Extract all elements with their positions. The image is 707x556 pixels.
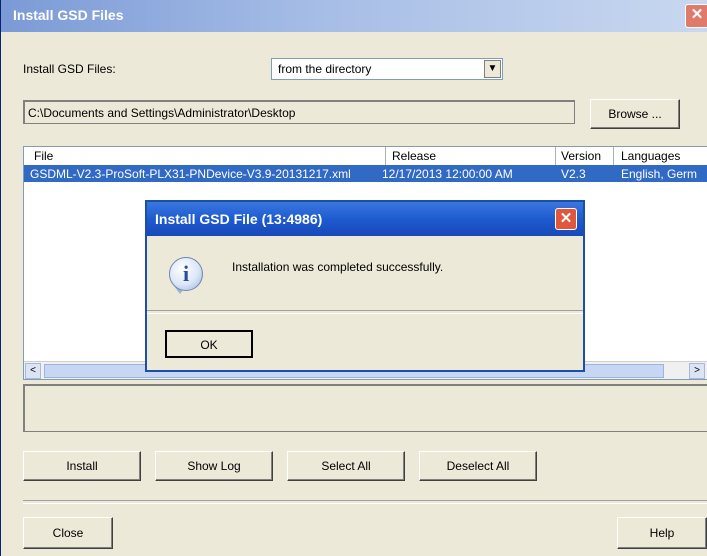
directory-path-value: C:\Documents and Settings\Administrator\…: [28, 106, 296, 120]
select-all-button[interactable]: Select All: [287, 451, 405, 481]
dialog-divider: [147, 310, 583, 314]
footer-divider: [23, 500, 707, 504]
column-divider[interactable]: [555, 147, 556, 165]
show-log-button[interactable]: Show Log: [155, 451, 273, 481]
list-header: File Release Version Languages: [24, 147, 707, 166]
window-close-icon[interactable]: ✕: [685, 4, 707, 28]
column-header-release[interactable]: Release: [392, 149, 436, 163]
dialog-title: Install GSD File (13:4986): [155, 211, 323, 227]
chevron-down-icon[interactable]: ▼: [484, 60, 501, 78]
column-divider[interactable]: [385, 147, 386, 165]
browse-button[interactable]: Browse ...: [590, 99, 680, 129]
cell-languages: English, Germ: [621, 167, 698, 181]
scroll-right-icon[interactable]: >: [689, 363, 705, 379]
column-divider[interactable]: [613, 147, 614, 165]
install-button[interactable]: Install: [23, 451, 141, 481]
cell-version: V2.3: [561, 167, 586, 181]
cell-file: GSDML-V2.3-ProSoft-PLX31-PNDevice-V3.9-2…: [30, 167, 351, 181]
dialog-message: Installation was completed successfully.: [232, 260, 444, 274]
cell-release: 12/17/2013 12:00:00 AM: [382, 167, 513, 181]
dialog-close-icon[interactable]: ✕: [555, 208, 577, 230]
column-header-file[interactable]: File: [34, 149, 53, 163]
install-complete-dialog: Install GSD File (13:4986) ✕ i Installat…: [145, 200, 585, 372]
log-output-box: [23, 384, 707, 432]
deselect-all-button[interactable]: Deselect All: [419, 451, 537, 481]
column-header-languages[interactable]: Languages: [621, 149, 680, 163]
column-header-version[interactable]: Version: [561, 149, 601, 163]
info-icon: i: [169, 257, 203, 291]
table-row[interactable]: GSDML-V2.3-ProSoft-PLX31-PNDevice-V3.9-2…: [24, 165, 707, 182]
source-dropdown[interactable]: from the directory ▼: [271, 58, 503, 80]
source-selected-value: from the directory: [278, 62, 372, 76]
source-label: Install GSD Files:: [23, 62, 116, 76]
directory-path-field: C:\Documents and Settings\Administrator\…: [23, 100, 575, 124]
help-button[interactable]: Help: [617, 517, 707, 549]
window-title: Install GSD Files: [13, 7, 124, 23]
title-bar[interactable]: Install GSD Files ✕: [1, 0, 707, 32]
ok-button[interactable]: OK: [165, 330, 253, 358]
scroll-left-icon[interactable]: <: [25, 363, 41, 379]
dialog-title-bar[interactable]: Install GSD File (13:4986) ✕: [147, 202, 583, 236]
close-button[interactable]: Close: [23, 517, 113, 549]
